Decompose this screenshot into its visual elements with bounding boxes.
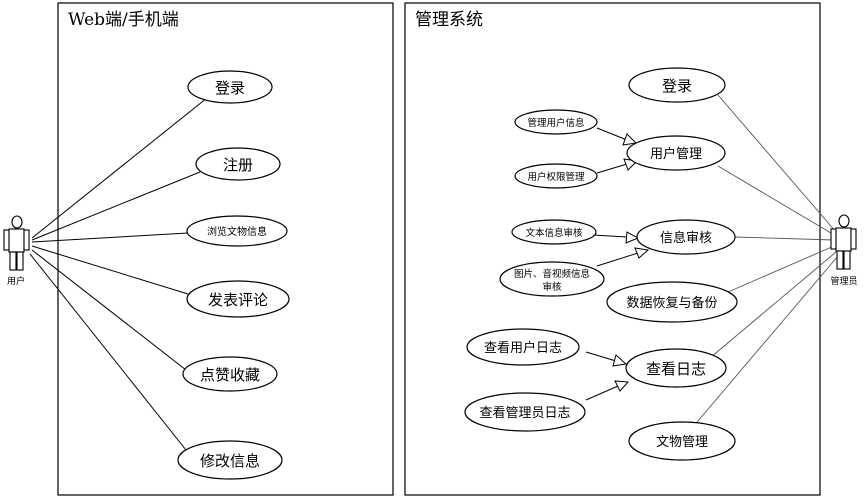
admin-usecase-user-logs-label: 查看用户日志	[484, 340, 562, 356]
user-actor-figure-icon	[3, 215, 30, 271]
use-case-diagram: Web端/手机端 管理系统 登录 注册 浏览文物信息 发表评论 点赞收藏 修改信…	[3, 2, 858, 496]
admin-usecase-logs-label: 查看日志	[646, 360, 706, 378]
admin-usecase-backup-label: 数据恢复与备份	[626, 295, 717, 311]
admin-usecase-logs[interactable]: 查看日志	[625, 348, 727, 388]
web-usecase-login-label: 登录	[215, 79, 245, 97]
admin-usecase-user-mgmt-label: 用户管理	[650, 146, 702, 162]
admin-usecase-info-review-label: 信息审核	[660, 230, 712, 246]
admin-usecase-user-perm[interactable]: 用户权限管理	[514, 163, 598, 189]
admin-usecase-login[interactable]: 登录	[628, 67, 726, 103]
admin-usecase-info-review[interactable]: 信息审核	[636, 219, 736, 255]
web-usecase-login[interactable]: 登录	[187, 70, 273, 104]
web-usecase-edit[interactable]: 修改信息	[177, 440, 283, 480]
admin-usecase-artifact-mgmt-label: 文物管理	[656, 435, 708, 450]
admin-usecase-text-review-label: 文本信息审核	[525, 227, 583, 239]
admin-usecase-backup[interactable]: 数据恢复与备份	[606, 281, 738, 323]
web-usecase-browse[interactable]: 浏览文物信息	[186, 215, 288, 247]
admin-usecase-media-review[interactable]: 图片、音视频信息 审核	[499, 261, 605, 297]
web-usecase-browse-label: 浏览文物信息	[207, 225, 267, 238]
web-usecase-register[interactable]: 注册	[195, 147, 281, 181]
web-usecase-comment-label: 发表评论	[208, 291, 268, 309]
admin-system-boundary	[404, 2, 821, 496]
admin-usecase-user-perm-label: 用户权限管理	[527, 171, 585, 183]
admin-usecase-user-logs[interactable]: 查看用户日志	[466, 328, 580, 366]
admin-system-title: 管理系统	[415, 10, 483, 30]
web-usecase-like-label: 点赞收藏	[200, 366, 260, 384]
admin-usecase-user-info[interactable]: 管理用户信息	[514, 109, 598, 135]
web-usecase-like[interactable]: 点赞收藏	[182, 356, 278, 392]
admin-usecase-media-review-label-line2: 审核	[542, 281, 562, 293]
admin-actor[interactable]: 管理员	[830, 214, 858, 287]
admin-actor-figure-icon	[830, 214, 857, 270]
admin-usecase-login-label: 登录	[662, 77, 692, 95]
admin-usecase-admin-logs-label: 查看管理员日志	[479, 405, 570, 421]
admin-usecase-user-mgmt[interactable]: 用户管理	[626, 135, 726, 171]
web-system-title: Web端/手机端	[68, 10, 179, 30]
user-actor[interactable]: 用户	[3, 215, 30, 287]
web-usecase-comment[interactable]: 发表评论	[186, 280, 290, 318]
admin-actor-label: 管理员	[830, 275, 857, 287]
web-usecase-edit-label: 修改信息	[200, 452, 260, 470]
admin-usecase-user-info-label: 管理用户信息	[527, 117, 584, 129]
web-usecase-register-label: 注册	[223, 156, 253, 174]
admin-usecase-text-review[interactable]: 文本信息审核	[511, 219, 597, 245]
admin-usecase-artifact-mgmt[interactable]: 文物管理	[628, 421, 736, 461]
user-actor-label: 用户	[7, 275, 25, 287]
admin-usecase-admin-logs[interactable]: 查看管理员日志	[464, 392, 586, 432]
admin-usecase-media-review-label-line1: 图片、音视频信息	[514, 268, 590, 280]
